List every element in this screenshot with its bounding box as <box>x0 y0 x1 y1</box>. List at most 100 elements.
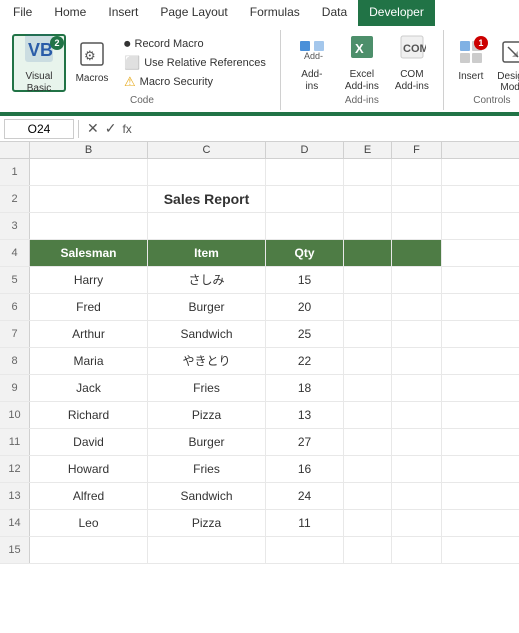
design-mode-button[interactable]: DesignMode <box>494 34 519 92</box>
cell-b13[interactable]: Alfred <box>30 483 148 509</box>
cancel-formula-icon[interactable]: ✕ <box>87 120 99 137</box>
cell-c12[interactable]: Fries <box>148 456 266 482</box>
name-box[interactable] <box>4 119 74 139</box>
cell-b6[interactable]: Fred <box>30 294 148 320</box>
col-header-f[interactable]: F <box>392 142 442 158</box>
cell-c6[interactable]: Burger <box>148 294 266 320</box>
cell-f6[interactable] <box>392 294 442 320</box>
cell-b14[interactable]: Leo <box>30 510 148 536</box>
cell-d2[interactable] <box>266 186 344 212</box>
cell-f14[interactable] <box>392 510 442 536</box>
record-macro-button[interactable]: ⏺ Record Macro <box>118 34 272 53</box>
cell-c8[interactable]: やきとり <box>148 348 266 374</box>
cell-d10[interactable]: 13 <box>266 402 344 428</box>
cell-c9[interactable]: Fries <box>148 375 266 401</box>
cell-b7[interactable]: Arthur <box>30 321 148 347</box>
cell-d13[interactable]: 24 <box>266 483 344 509</box>
cell-e12[interactable] <box>344 456 392 482</box>
cell-d1[interactable] <box>266 159 344 185</box>
cell-c1[interactable] <box>148 159 266 185</box>
cell-f15[interactable] <box>392 537 442 563</box>
tab-developer[interactable]: Developer <box>358 0 435 26</box>
cell-c5[interactable]: さしみ <box>148 267 266 293</box>
cell-b3[interactable] <box>30 213 148 239</box>
cell-c11[interactable]: Burger <box>148 429 266 455</box>
cell-e15[interactable] <box>344 537 392 563</box>
cell-f13[interactable] <box>392 483 442 509</box>
cell-f3[interactable] <box>392 213 442 239</box>
cell-f12[interactable] <box>392 456 442 482</box>
cell-d7[interactable]: 25 <box>266 321 344 347</box>
cell-c2-title[interactable]: Sales Report <box>148 186 266 212</box>
cell-b8[interactable]: Maria <box>30 348 148 374</box>
cell-b12[interactable]: Howard <box>30 456 148 482</box>
header-salesman[interactable]: Salesman <box>30 240 148 266</box>
col-header-d[interactable]: D <box>266 142 344 158</box>
add-ins-button[interactable]: Add- Add-ins <box>289 34 335 92</box>
cell-f9[interactable] <box>392 375 442 401</box>
excel-add-ins-button[interactable]: X ExcelAdd-ins <box>339 34 385 92</box>
cell-d8[interactable]: 22 <box>266 348 344 374</box>
tab-formulas[interactable]: Formulas <box>239 0 311 26</box>
com-add-ins-button[interactable]: COM COMAdd-ins <box>389 34 435 92</box>
cell-e8[interactable] <box>344 348 392 374</box>
cell-d5[interactable]: 15 <box>266 267 344 293</box>
cell-f7[interactable] <box>392 321 442 347</box>
cell-c15[interactable] <box>148 537 266 563</box>
cell-b15[interactable] <box>30 537 148 563</box>
cell-e9[interactable] <box>344 375 392 401</box>
cell-d9[interactable]: 18 <box>266 375 344 401</box>
use-relative-button[interactable]: ⬜ Use Relative References <box>118 53 272 72</box>
cell-c3[interactable] <box>148 213 266 239</box>
cell-f10[interactable] <box>392 402 442 428</box>
cell-d6[interactable]: 20 <box>266 294 344 320</box>
cell-d14[interactable]: 11 <box>266 510 344 536</box>
cell-b1[interactable] <box>30 159 148 185</box>
cell-d3[interactable] <box>266 213 344 239</box>
cell-f8[interactable] <box>392 348 442 374</box>
cell-c13[interactable]: Sandwich <box>148 483 266 509</box>
cell-e4[interactable] <box>344 240 392 266</box>
cell-e1[interactable] <box>344 159 392 185</box>
confirm-formula-icon[interactable]: ✓ <box>105 120 117 137</box>
macros-button[interactable]: ⚙ Macros <box>70 34 114 92</box>
cell-b2[interactable] <box>30 186 148 212</box>
cell-e14[interactable] <box>344 510 392 536</box>
header-item[interactable]: Item <box>148 240 266 266</box>
tab-data[interactable]: Data <box>311 0 358 26</box>
cell-e7[interactable] <box>344 321 392 347</box>
cell-e6[interactable] <box>344 294 392 320</box>
tab-page-layout[interactable]: Page Layout <box>149 0 238 26</box>
cell-d12[interactable]: 16 <box>266 456 344 482</box>
header-qty[interactable]: Qty <box>266 240 344 266</box>
tab-file[interactable]: File <box>2 0 43 26</box>
cell-f5[interactable] <box>392 267 442 293</box>
cell-e3[interactable] <box>344 213 392 239</box>
cell-e5[interactable] <box>344 267 392 293</box>
cell-d15[interactable] <box>266 537 344 563</box>
cell-c14[interactable]: Pizza <box>148 510 266 536</box>
cell-e10[interactable] <box>344 402 392 428</box>
col-header-e[interactable]: E <box>344 142 392 158</box>
cell-e11[interactable] <box>344 429 392 455</box>
cell-b11[interactable]: David <box>30 429 148 455</box>
macro-security-button[interactable]: ⚠ Macro Security <box>118 72 272 91</box>
formula-input[interactable] <box>136 122 515 136</box>
cell-e13[interactable] <box>344 483 392 509</box>
cell-d11[interactable]: 27 <box>266 429 344 455</box>
tab-home[interactable]: Home <box>43 0 97 26</box>
cell-c10[interactable]: Pizza <box>148 402 266 428</box>
cell-e2[interactable] <box>344 186 392 212</box>
tab-insert[interactable]: Insert <box>97 0 149 26</box>
cell-f1[interactable] <box>392 159 442 185</box>
col-header-b[interactable]: B <box>30 142 148 158</box>
cell-b5[interactable]: Harry <box>30 267 148 293</box>
cell-f11[interactable] <box>392 429 442 455</box>
insert-function-icon[interactable]: fx <box>122 122 131 136</box>
cell-b10[interactable]: Richard <box>30 402 148 428</box>
col-header-c[interactable]: C <box>148 142 266 158</box>
cell-f4[interactable] <box>392 240 442 266</box>
cell-f2[interactable] <box>392 186 442 212</box>
cell-b9[interactable]: Jack <box>30 375 148 401</box>
cell-c7[interactable]: Sandwich <box>148 321 266 347</box>
